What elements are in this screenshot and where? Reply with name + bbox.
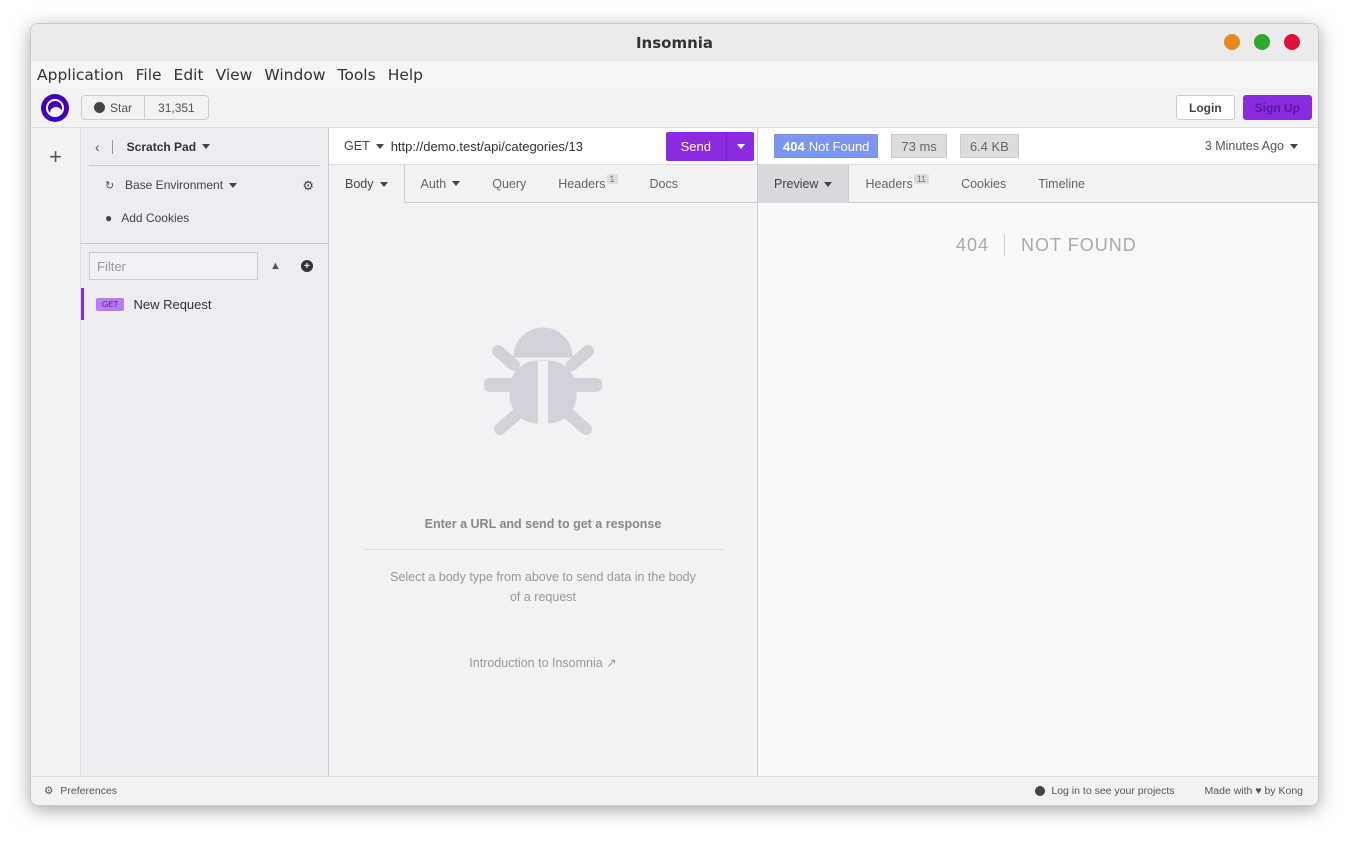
url-input[interactable]: http://demo.test/api/categories/13: [391, 139, 666, 154]
main-area: + ‹ Scratch Pad ↻ Base Environment ⚙ ● A…: [31, 128, 1318, 776]
star-label: Star: [110, 100, 133, 115]
maximize-button[interactable]: [1254, 34, 1270, 50]
github-star-widget[interactable]: Star 31,351: [81, 95, 209, 120]
plus-icon[interactable]: +: [49, 144, 62, 776]
empty-state-subtitle: Select a body type from above to send da…: [390, 570, 696, 604]
bug-icon: [484, 327, 602, 435]
add-cookies[interactable]: ● Add Cookies: [81, 204, 328, 244]
gear-icon[interactable]: ⚙: [302, 178, 314, 194]
window-title: Insomnia: [635, 33, 714, 52]
signup-button[interactable]: Sign Up: [1242, 95, 1312, 120]
cookie-icon: ●: [105, 210, 113, 225]
response-size: 6.4 KB: [959, 134, 1019, 158]
tab-body[interactable]: Body: [329, 165, 405, 203]
star-count: 31,351: [158, 100, 195, 115]
response-time: 73 ms: [891, 134, 947, 158]
title-bar: Insomnia: [31, 24, 1318, 61]
status-badge: 404 Not Found: [774, 134, 879, 158]
tab-headers[interactable]: Headers 1: [542, 165, 633, 202]
heart-icon: ♥: [1255, 785, 1262, 797]
menu-file[interactable]: File: [136, 66, 162, 84]
sidebar: ‹ Scratch Pad ↻ Base Environment ⚙ ● Add…: [81, 128, 329, 776]
environment-label: Base Environment: [125, 178, 224, 192]
method-badge: GET: [96, 297, 125, 311]
menu-help[interactable]: Help: [388, 66, 423, 84]
request-pane: GET http://demo.test/api/categories/13 S…: [329, 128, 758, 776]
request-list-item[interactable]: GET New Request: [81, 288, 328, 320]
insomnia-logo[interactable]: [41, 93, 69, 122]
menu-window[interactable]: Window: [264, 66, 325, 84]
response-status-bar: 404 Not Found 73 ms 6.4 KB 3 Minutes Ago: [758, 128, 1318, 165]
request-name: New Request: [133, 296, 212, 312]
tab-timeline[interactable]: Timeline: [1022, 165, 1101, 202]
tab-docs[interactable]: Docs: [634, 165, 694, 202]
sort-icon[interactable]: ▲: [270, 260, 281, 272]
add-request-icon[interactable]: +: [300, 260, 313, 272]
top-bar: Star 31,351 Login Sign Up: [31, 88, 1318, 128]
history-dropdown[interactable]: 3 Minutes Ago: [1205, 139, 1298, 153]
response-tabs: Preview Headers 11 Cookies Timeline: [758, 165, 1318, 203]
method-selector[interactable]: GET: [344, 139, 384, 153]
tab-query[interactable]: Query: [476, 165, 542, 202]
tab-cookies[interactable]: Cookies: [945, 165, 1022, 202]
add-cookies-label: Add Cookies: [121, 210, 190, 225]
login-prompt[interactable]: Log in to see your projects: [1035, 785, 1175, 797]
project-name[interactable]: Scratch Pad: [127, 140, 196, 154]
intro-link[interactable]: Introduction to Insomnia ↗: [329, 655, 757, 670]
request-body: Enter a URL and send to get a response S…: [329, 203, 757, 776]
made-with[interactable]: Made with ♥ by Kong: [1205, 785, 1303, 797]
url-bar: GET http://demo.test/api/categories/13 S…: [329, 128, 757, 165]
close-button[interactable]: [1284, 34, 1300, 50]
filter-row: Filter ▲ +: [81, 244, 328, 288]
back-icon[interactable]: ‹: [95, 139, 100, 155]
login-button[interactable]: Login: [1176, 95, 1235, 120]
left-rail: +: [31, 128, 81, 776]
send-label: Send: [680, 138, 711, 154]
empty-state-title: Enter a URL and send to get a response: [424, 517, 662, 531]
menu-tools[interactable]: Tools: [338, 66, 376, 84]
send-options-dropdown[interactable]: [726, 131, 754, 161]
chevron-down-icon: [229, 182, 238, 188]
chevron-down-icon[interactable]: [202, 144, 211, 149]
window-controls: [1224, 34, 1300, 50]
menu-edit[interactable]: Edit: [174, 66, 204, 84]
refresh-icon: ↻: [105, 179, 115, 192]
app-window: Insomnia Application File Edit View Wind…: [30, 23, 1319, 806]
response-preview: 404 NOT FOUND: [758, 203, 1318, 776]
tab-auth[interactable]: Auth: [405, 165, 477, 202]
send-button[interactable]: Send: [665, 131, 754, 161]
menu-view[interactable]: View: [216, 66, 253, 84]
response-pane: 404 Not Found 73 ms 6.4 KB 3 Minutes Ago …: [758, 128, 1318, 776]
not-found-message: 404 NOT FOUND: [956, 235, 1137, 256]
request-tabs: Body Auth Query Headers 1 Docs: [329, 165, 757, 203]
environment-selector[interactable]: ↻ Base Environment ⚙: [81, 166, 328, 204]
github-icon: [94, 102, 105, 113]
filter-input[interactable]: Filter: [89, 252, 258, 280]
menu-bar: Application File Edit View Window Tools …: [31, 61, 1318, 88]
preferences-button[interactable]: ⚙ Preferences: [44, 785, 117, 797]
tab-preview[interactable]: Preview: [758, 165, 850, 203]
gear-icon: ⚙: [44, 785, 54, 797]
menu-application[interactable]: Application: [37, 66, 124, 84]
tab-response-headers[interactable]: Headers 11: [849, 165, 945, 202]
sidebar-header: ‹ Scratch Pad: [89, 128, 320, 166]
status-bar: ⚙ Preferences Log in to see your project…: [31, 776, 1318, 805]
external-link-icon: ↗: [606, 656, 617, 670]
minimize-button[interactable]: [1224, 34, 1240, 50]
divider: [363, 549, 724, 550]
